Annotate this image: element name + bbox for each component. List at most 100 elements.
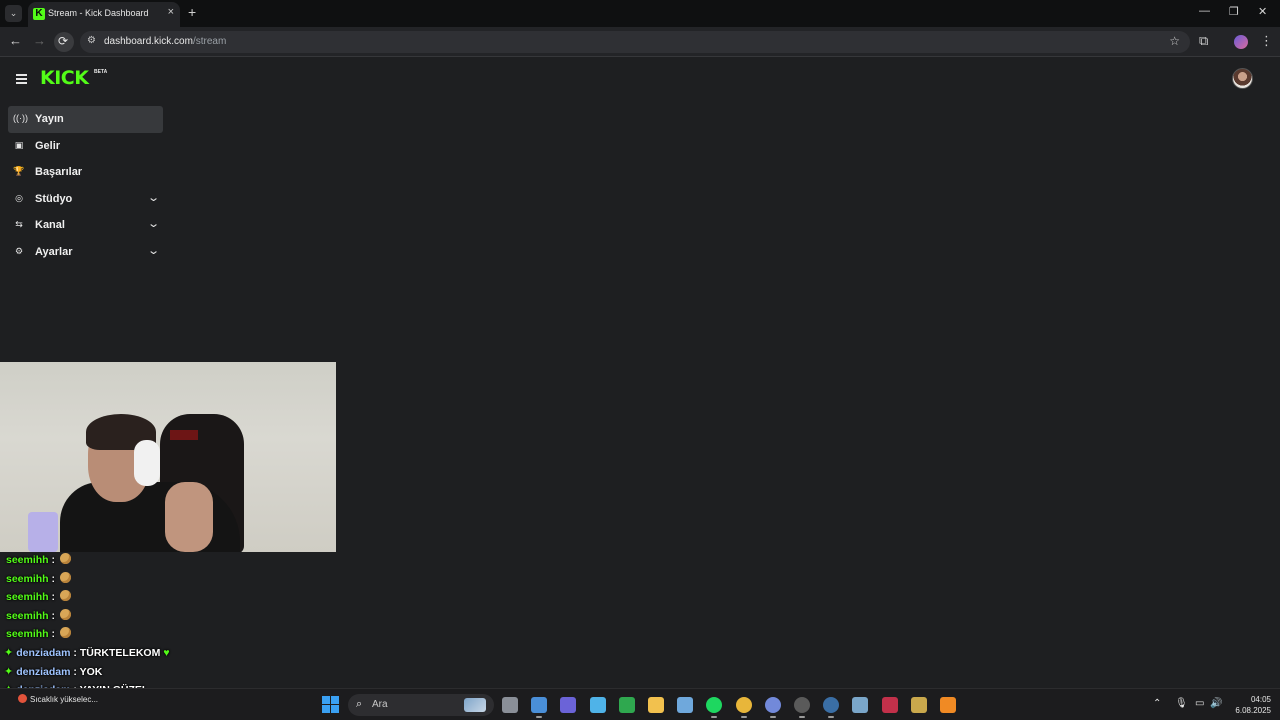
restore-window-button[interactable]: ❐ [1229,5,1239,18]
obs-icon[interactable] [794,697,810,713]
subscriber-badge-icon: ✦ [4,665,14,678]
running-indicator [536,716,543,718]
extensions-icon[interactable]: ⧉ [1199,33,1208,49]
volume-icon[interactable]: 🔊 [1210,698,1222,709]
league-icon[interactable] [910,697,927,713]
subscriber-badge-icon: ✦ [4,647,14,659]
chat-username[interactable]: seemihh [6,610,49,622]
task-view-icon[interactable] [502,697,518,713]
display-icon[interactable]: ▭ [1195,698,1204,709]
cookie-emote-icon [59,608,71,620]
hamburger-menu-icon[interactable] [16,74,27,84]
chevron-down-icon[interactable]: ⌄ [147,191,160,204]
user-avatar[interactable] [1232,68,1253,89]
xbox-icon[interactable] [618,697,635,713]
chat-separator: : [73,665,77,678]
webcam-overlay [0,362,336,552]
browser-profile-avatar[interactable] [1234,35,1248,49]
sidebar-item-0[interactable]: ((·)) Yayın [8,106,163,133]
chevron-down-icon[interactable]: ⌄ [147,217,160,230]
running-indicator [711,716,718,718]
heart-emote-icon: ♥ [163,647,170,659]
running-indicator [828,716,835,718]
address-bar[interactable]: ⚙ dashboard.kick.com/stream ☆ [80,31,1190,53]
site-info-icon[interactable]: ⚙ [87,35,96,46]
sidebar-item-3[interactable]: ◎ Stüdyo ⌄ [8,186,163,213]
spotify-icon[interactable] [706,697,723,713]
sidebar-nav: ((·)) Yayın ▣ Gelir 🏆 Başarılar ◎ Stüdyo ⌄ ⇆ Kanal… [8,106,163,266]
browser-tab[interactable]: K Stream - Kick Dashboard × [28,2,180,27]
microphone-icon[interactable]: 🎙 [1175,698,1188,709]
steam-icon[interactable] [823,697,840,713]
chair-logo [170,430,198,440]
sidebar-item-label: Kanal [35,219,65,232]
reload-button[interactable]: ⟳ [54,32,74,52]
trophy-icon: 🏆 [13,166,25,177]
chat-separator: : [51,628,56,641]
new-tab-button[interactable]: + [188,4,196,20]
chat-username[interactable]: denziadam [16,647,70,659]
chat-message: seemihh : [6,571,71,585]
sidebar-item-2[interactable]: 🏆 Başarılar [8,159,163,186]
kick-logo[interactable]: KICK [40,67,89,89]
file-explorer-icon[interactable] [648,697,664,713]
chat-username[interactable]: seemihh [6,628,49,640]
tab-close-icon[interactable]: × [168,6,174,18]
sidebar-item-label: Stüdyo [35,192,73,205]
chat-text: YOK [79,665,103,678]
chat-username[interactable]: seemihh [6,554,49,566]
chat-message: seemihh : [6,590,71,603]
discord-icon[interactable] [764,697,781,713]
weather-icon [18,694,27,703]
back-button[interactable]: ← [9,33,22,48]
clock-time[interactable]: 04:05 [1241,695,1271,704]
broadcast-icon: ((·)) [13,113,28,123]
vpn-icon[interactable] [531,697,548,713]
sidebar-item-label: Başarılar [35,166,83,179]
sidebar-item-4[interactable]: ⇆ Kanal ⌄ [8,212,163,239]
chat-username[interactable]: seemihh [6,591,49,603]
chat-text: TÜRKTELEKOM [79,647,161,659]
windows-taskbar: Sıcaklık yükselec... ⌕ Ara ⌃ 🎙 ▭ 🔊 04:05… [0,688,1280,720]
chevron-down-icon[interactable]: ⌄ [147,244,160,257]
chat-username[interactable]: seemihh [6,573,49,585]
url-text[interactable]: dashboard.kick.com/stream [104,36,226,47]
sidebar-item-label: Gelir [35,139,61,152]
forward-button[interactable]: → [33,33,46,48]
start-button[interactable] [322,696,339,713]
chat-separator: : [51,609,56,622]
close-window-button[interactable]: ✕ [1258,5,1267,18]
bookmark-star-icon[interactable]: ☆ [1169,34,1180,48]
taskbar-search[interactable]: ⌕ Ara [348,694,494,716]
chrome-icon[interactable] [735,697,752,713]
network-app-icon[interactable] [852,697,869,713]
chat-username[interactable]: denziadam [16,666,70,678]
browser-toolbar: ← → ⟳ ⚙ dashboard.kick.com/stream ☆ [0,27,1280,57]
running-indicator [769,716,776,718]
fl-studio-icon[interactable] [940,697,956,713]
copilot-icon[interactable] [589,697,606,713]
streamer-body [60,482,240,552]
clock-date[interactable]: 6.08.2025 [1228,706,1271,715]
cookie-emote-icon [59,571,71,583]
tray-overflow-icon[interactable]: ⌃ [1153,698,1161,709]
chat-message: seemihh : [6,608,71,622]
teams-icon[interactable] [560,697,577,713]
streamer-arm [165,482,213,552]
kick-favicon-icon: K [33,8,45,20]
sidebar-item-5[interactable]: ⚙ Ayarlar ⌄ [8,239,163,266]
chat-message: seemihh : [6,627,71,640]
cup [28,512,58,552]
valorant-icon[interactable] [881,697,898,713]
weather-widget[interactable]: Sıcaklık yükselec... [18,694,98,704]
tab-title: Stream - Kick Dashboard [48,8,149,18]
browser-menu-icon[interactable]: ⋮ [1260,33,1273,49]
photos-icon[interactable] [677,697,694,713]
minimize-window-button[interactable]: — [1199,5,1210,17]
chat-message: ✦ denziadam : TÜRKTELEKOM ♥ [4,646,170,659]
tab-search-button[interactable]: ⌄ [5,5,22,22]
sidebar-item-1[interactable]: ▣ Gelir [8,133,163,160]
sidebar-item-label: Yayın [35,113,64,125]
chat-separator: : [51,572,56,585]
cookie-emote-icon [59,590,71,602]
